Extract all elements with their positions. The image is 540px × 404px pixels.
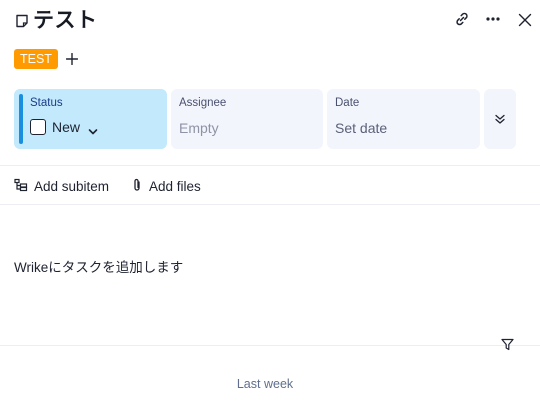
status-accent-bar: [19, 94, 23, 144]
tag-chip[interactable]: TEST: [14, 49, 58, 69]
link-icon: [454, 11, 470, 31]
double-chevron-down-icon: [494, 110, 506, 129]
date-field-label: Date: [335, 97, 360, 109]
status-checkbox[interactable]: [30, 119, 46, 135]
more-options-button[interactable]: [482, 10, 504, 32]
chevron-down-icon: [88, 122, 98, 135]
divider: [0, 204, 540, 205]
status-field[interactable]: Status New: [14, 89, 167, 149]
expand-fields-button[interactable]: [484, 89, 516, 149]
tag-list: TEST: [14, 49, 80, 69]
add-files-label: Add files: [149, 178, 201, 194]
add-files-button[interactable]: Add files: [131, 176, 201, 196]
add-tag-button[interactable]: [64, 51, 80, 67]
add-subitem-button[interactable]: Add subitem: [14, 176, 109, 196]
document-icon: [15, 13, 29, 28]
assignee-field-label: Assignee: [179, 97, 227, 109]
more-icon: [485, 11, 501, 31]
filter-icon: [500, 336, 514, 355]
subitem-icon: [14, 178, 34, 195]
copy-link-button[interactable]: [451, 10, 473, 32]
plus-icon: [65, 50, 79, 69]
assignee-value: Empty: [179, 120, 219, 136]
status-value: New: [52, 119, 81, 135]
paperclip-icon: [131, 178, 149, 195]
date-value: Set date: [335, 120, 388, 136]
close-icon: [518, 12, 532, 31]
task-detail-panel: テスト TEST Status New Assignee Empty Date …: [0, 0, 540, 404]
divider: [0, 165, 540, 166]
activity-section-label: Last week: [236, 377, 294, 391]
divider: [0, 345, 540, 346]
status-field-label: Status: [30, 97, 63, 109]
assignee-field[interactable]: Assignee Empty: [171, 89, 323, 149]
date-field[interactable]: Date Set date: [327, 89, 480, 149]
task-title[interactable]: テスト: [33, 5, 98, 35]
add-subitem-label: Add subitem: [34, 178, 110, 194]
close-button[interactable]: [514, 10, 536, 32]
status-dropdown[interactable]: New: [30, 119, 98, 135]
task-description[interactable]: Wrikeにタスクを追加します: [14, 256, 183, 276]
task-header: テスト: [0, 0, 540, 44]
filter-button[interactable]: [498, 336, 516, 354]
